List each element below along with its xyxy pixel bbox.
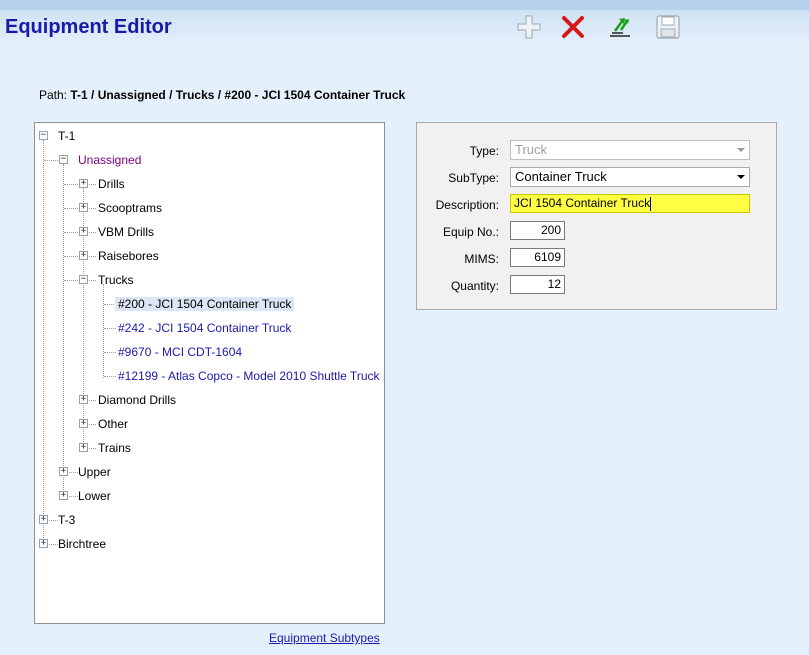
- path-breadcrumb: Path: T-1 / Unassigned / Trucks / #200 -…: [39, 88, 405, 102]
- tree-connector: [43, 140, 44, 546]
- tree-node-upper[interactable]: Upper: [75, 462, 114, 482]
- expand-toggle-icon[interactable]: +: [79, 179, 88, 188]
- expand-toggle-icon[interactable]: +: [79, 203, 88, 212]
- tree-node-trucks[interactable]: Trucks: [95, 270, 137, 290]
- move-button[interactable]: [607, 14, 633, 40]
- tree-node-truck-item[interactable]: #200 - JCI 1504 Container Truck: [115, 294, 295, 314]
- tree-node-truck-item[interactable]: #242 - JCI 1504 Container Truck: [115, 318, 294, 338]
- subtype-value: Container Truck: [515, 169, 607, 184]
- subtype-label: SubType:: [448, 171, 499, 185]
- tree-node-label: Drills: [98, 177, 125, 191]
- path-value: T-1 / Unassigned / Trucks / #200 - JCI 1…: [70, 88, 406, 102]
- equipment-subtypes-link[interactable]: Equipment Subtypes: [269, 631, 380, 645]
- equipment-tree[interactable]: − T-1 − Unassigned + Drills + Scooptrams…: [34, 122, 385, 624]
- expand-toggle-icon[interactable]: +: [79, 443, 88, 452]
- tree-connector: [103, 284, 104, 378]
- move-arrows-icon: [610, 18, 630, 37]
- save-disk-icon: [656, 15, 680, 39]
- quantity-label: Quantity:: [450, 279, 499, 293]
- tree-connector: [64, 232, 78, 233]
- tree-connector: [64, 208, 78, 209]
- tree-node-label: T-1: [58, 129, 76, 143]
- tree-node-trains[interactable]: Trains: [95, 438, 134, 458]
- tree-node-label: Unassigned: [78, 153, 142, 167]
- tree-node-label: Lower: [78, 489, 111, 503]
- tree-node-label: Scooptrams: [98, 201, 163, 215]
- description-value: JCI 1504 Container Truck: [514, 196, 651, 210]
- expand-toggle-icon[interactable]: +: [39, 515, 48, 524]
- mims-label: MIMS:: [464, 252, 499, 266]
- tree-node-t1[interactable]: T-1: [55, 126, 78, 146]
- tree-node-truck-item[interactable]: #12199 - Atlas Copco - Model 2010 Shuttl…: [115, 366, 383, 386]
- description-label: Description:: [435, 198, 499, 212]
- collapse-toggle-icon[interactable]: −: [59, 155, 68, 164]
- expand-toggle-icon[interactable]: +: [59, 467, 68, 476]
- expand-toggle-icon[interactable]: +: [39, 539, 48, 548]
- type-dropdown[interactable]: Truck: [510, 140, 750, 160]
- collapse-toggle-icon[interactable]: −: [79, 275, 88, 284]
- tree-node-label: Other: [98, 417, 129, 431]
- mims-field[interactable]: 6109: [510, 248, 565, 267]
- subtype-dropdown[interactable]: Container Truck: [510, 167, 750, 187]
- tree-node-label: Trains: [98, 441, 131, 455]
- chevron-down-icon: [737, 148, 745, 152]
- type-label: Type:: [469, 144, 499, 158]
- tree-connector: [64, 184, 78, 185]
- tree-node-unassigned[interactable]: Unassigned: [75, 150, 144, 170]
- tree-connector: [63, 164, 64, 498]
- tree-node-birchtree[interactable]: Birchtree: [55, 534, 109, 554]
- plus-icon: [517, 15, 541, 39]
- expand-toggle-icon[interactable]: +: [79, 251, 88, 260]
- tree-node-other[interactable]: Other: [95, 414, 131, 434]
- tree-node-drills[interactable]: Drills: [95, 174, 128, 194]
- tree-node-raisebores[interactable]: Raisebores: [95, 246, 162, 266]
- tree-node-truck-item[interactable]: #9670 - MCI CDT-1604: [115, 342, 245, 362]
- tree-node-label: VBM Drills: [98, 225, 154, 239]
- text-caret: [650, 196, 652, 211]
- tree-node-label: Upper: [78, 465, 111, 479]
- title-bar-strip: [0, 0, 809, 10]
- app-title: Equipment Editor: [5, 16, 172, 38]
- tree-node-label: #200 - JCI 1504 Container Truck: [115, 297, 295, 311]
- tree-connector: [64, 280, 78, 281]
- tree-node-t3[interactable]: T-3: [55, 510, 78, 530]
- equip-no-field[interactable]: 200: [510, 221, 565, 240]
- tree-node-label: Raisebores: [98, 249, 159, 263]
- tree-node-vbm-drills[interactable]: VBM Drills: [95, 222, 157, 242]
- tree-node-label: Trucks: [98, 273, 134, 287]
- tree-node-label: Birchtree: [58, 537, 107, 551]
- description-field[interactable]: JCI 1504 Container Truck: [510, 194, 750, 213]
- tree-node-diamond-drills[interactable]: Diamond Drills: [95, 390, 179, 410]
- type-value: Truck: [515, 142, 548, 157]
- tree-node-label: Diamond Drills: [98, 393, 177, 407]
- chevron-down-icon: [737, 175, 745, 179]
- equipment-details-form: Type: Truck SubType: Container Truck Des…: [416, 122, 777, 310]
- delete-button[interactable]: [560, 14, 586, 40]
- save-button[interactable]: [655, 14, 681, 40]
- tree-node-label: #242 - JCI 1504 Container Truck: [118, 321, 292, 335]
- collapse-toggle-icon[interactable]: −: [39, 131, 48, 140]
- equip-no-label: Equip No.:: [442, 225, 499, 239]
- path-label: Path:: [39, 88, 68, 102]
- tree-connector: [64, 256, 78, 257]
- tree-node-scooptrams[interactable]: Scooptrams: [95, 198, 165, 218]
- tree-node-label: #9670 - MCI CDT-1604: [118, 345, 243, 359]
- tree-node-label: #12199 - Atlas Copco - Model 2010 Shuttl…: [118, 369, 380, 383]
- add-button[interactable]: [516, 14, 542, 40]
- expand-toggle-icon[interactable]: +: [79, 227, 88, 236]
- quantity-field[interactable]: 12: [510, 275, 565, 294]
- tree-node-lower[interactable]: Lower: [75, 486, 114, 506]
- expand-toggle-icon[interactable]: +: [79, 395, 88, 404]
- delete-x-icon: [562, 16, 584, 38]
- tree-connector: [44, 160, 58, 161]
- expand-toggle-icon[interactable]: +: [59, 491, 68, 500]
- tree-node-label: T-3: [58, 513, 76, 527]
- expand-toggle-icon[interactable]: +: [79, 419, 88, 428]
- title-bar: Equipment Editor: [0, 0, 809, 42]
